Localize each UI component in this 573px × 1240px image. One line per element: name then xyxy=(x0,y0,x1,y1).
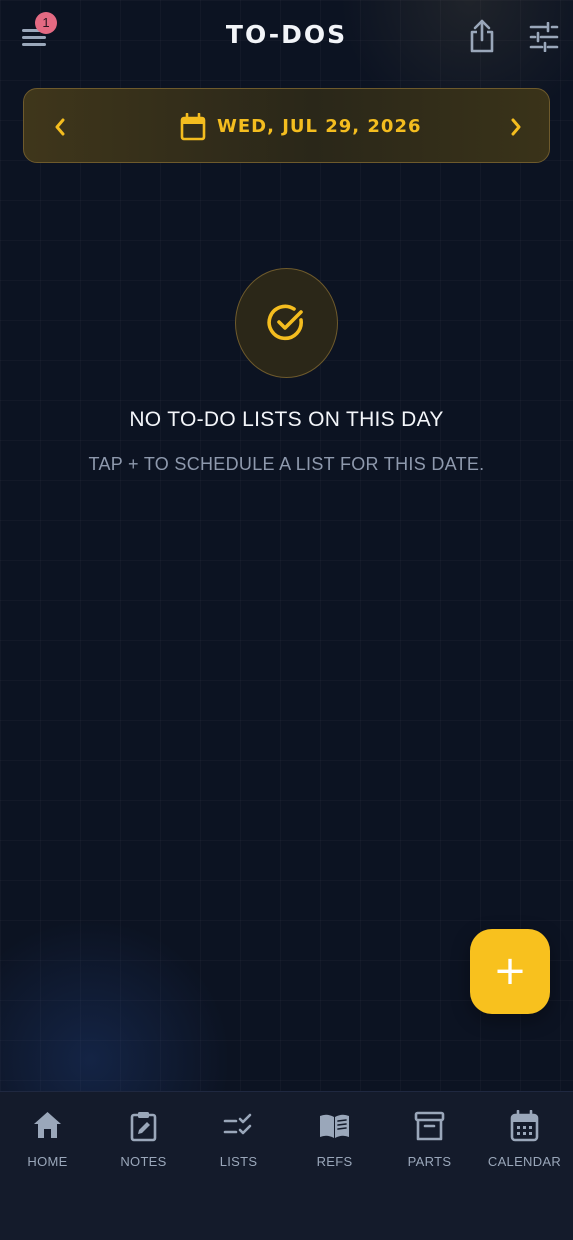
nav-label-calendar: CALENDAR xyxy=(487,1154,562,1169)
share-button[interactable] xyxy=(466,18,498,58)
check-circle-icon xyxy=(267,304,303,341)
nav-item-home[interactable]: HOME xyxy=(0,1092,95,1192)
bottom-navigation: HOME NOTES LISTS REFS PARTS CALENDAR xyxy=(0,1091,573,1240)
clipboard-pencil-icon xyxy=(130,1112,157,1142)
filter-settings-button[interactable] xyxy=(528,21,560,56)
calendar-icon xyxy=(510,1110,539,1142)
nav-item-lists[interactable]: LISTS xyxy=(191,1092,286,1192)
date-selector: WED, JUL 29, 2026 xyxy=(23,88,550,163)
previous-day-button[interactable] xyxy=(46,113,76,141)
home-icon xyxy=(34,1112,61,1138)
nav-item-refs[interactable]: REFS xyxy=(287,1092,382,1192)
nav-item-notes[interactable]: NOTES xyxy=(96,1092,191,1192)
nav-item-parts[interactable]: PARTS xyxy=(382,1092,477,1192)
next-day-button[interactable] xyxy=(500,113,530,141)
background-grid xyxy=(0,0,573,1240)
empty-state-badge xyxy=(235,268,338,378)
calendar-icon xyxy=(180,113,206,141)
nav-item-calendar[interactable]: CALENDAR xyxy=(477,1092,572,1192)
top-bar: 1 TO-DOS xyxy=(0,0,573,76)
checklist-icon xyxy=(223,1113,252,1135)
chevron-left-icon xyxy=(55,118,65,136)
book-icon xyxy=(320,1114,349,1138)
archive-box-icon xyxy=(414,1111,445,1141)
selected-date[interactable]: WED, JUL 29, 2026 xyxy=(217,116,422,137)
sliders-icon xyxy=(529,21,559,53)
share-icon xyxy=(470,19,494,53)
empty-state-title: NO TO-DO LISTS ON THIS DAY xyxy=(129,408,444,431)
empty-state-subtitle: TAP + TO SCHEDULE A LIST FOR THIS DATE. xyxy=(88,454,485,474)
plus-icon: + xyxy=(493,948,527,994)
add-list-button[interactable]: + xyxy=(470,929,550,1014)
chevron-right-icon xyxy=(511,118,521,136)
